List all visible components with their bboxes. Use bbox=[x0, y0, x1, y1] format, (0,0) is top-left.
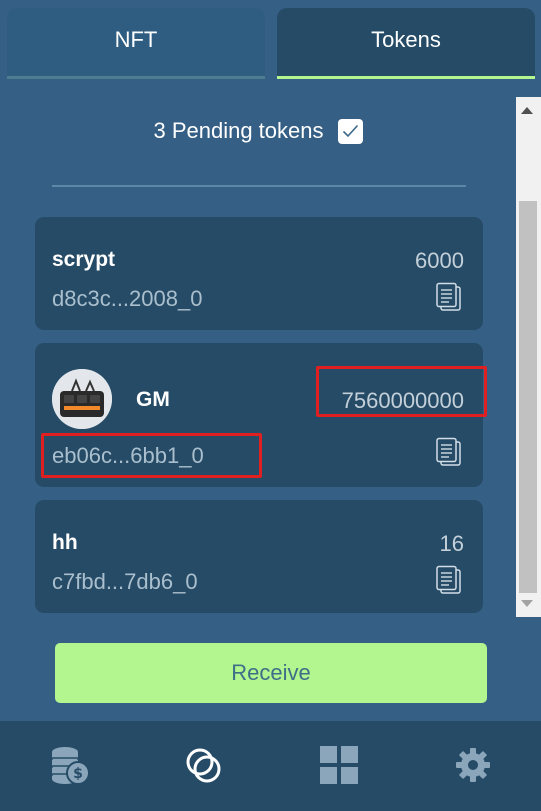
pending-tokens-label: 3 Pending tokens bbox=[153, 118, 324, 143]
token-name: scrypt bbox=[52, 248, 116, 271]
token-name: hh bbox=[52, 531, 78, 554]
scrollbar[interactable] bbox=[516, 97, 541, 617]
receive-button[interactable]: Receive bbox=[55, 643, 487, 703]
bottom-nav: $ bbox=[0, 721, 541, 811]
token-list-panel: 3 Pending tokens scrypt 6000 d8c3c...200… bbox=[0, 97, 516, 617]
tab-nft[interactable]: NFT bbox=[7, 8, 265, 79]
highlight-amount bbox=[316, 366, 487, 417]
coins-dollar-icon[interactable]: $ bbox=[48, 743, 92, 787]
token-amount: 16 bbox=[439, 531, 464, 556]
tab-nft-label: NFT bbox=[114, 27, 158, 52]
tab-bar: NFT Tokens bbox=[0, 0, 541, 80]
token-name: GM bbox=[136, 388, 170, 411]
copy-icon[interactable] bbox=[435, 437, 462, 467]
check-icon bbox=[342, 124, 358, 138]
copy-icon[interactable] bbox=[435, 282, 462, 312]
token-avatar bbox=[52, 369, 112, 429]
pending-tokens-checkbox[interactable] bbox=[337, 118, 363, 144]
grid-icon[interactable] bbox=[317, 743, 361, 787]
scrollbar-thumb[interactable] bbox=[519, 201, 537, 593]
copy-icon[interactable] bbox=[435, 565, 462, 595]
tab-tokens-label: Tokens bbox=[371, 27, 441, 52]
scroll-up-icon[interactable] bbox=[521, 107, 533, 114]
token-id: c7fbd...7db6_0 bbox=[52, 569, 198, 594]
svg-text:$: $ bbox=[73, 766, 83, 782]
tokens-icon[interactable] bbox=[182, 743, 226, 787]
token-card-scrypt[interactable]: scrypt 6000 d8c3c...2008_0 bbox=[35, 217, 483, 330]
gear-icon[interactable] bbox=[451, 743, 495, 787]
token-id: d8c3c...2008_0 bbox=[52, 286, 203, 311]
scroll-down-icon[interactable] bbox=[521, 600, 533, 607]
divider bbox=[52, 185, 466, 187]
token-card-hh[interactable]: hh 16 c7fbd...7db6_0 bbox=[35, 500, 483, 613]
tab-tokens[interactable]: Tokens bbox=[277, 8, 535, 79]
token-amount: 6000 bbox=[415, 248, 464, 273]
highlight-token-id bbox=[41, 433, 262, 478]
wallet-app: NFT Tokens 3 Pending tokens scrypt 6000 … bbox=[0, 0, 541, 811]
pending-tokens-toggle: 3 Pending tokens bbox=[0, 116, 516, 146]
